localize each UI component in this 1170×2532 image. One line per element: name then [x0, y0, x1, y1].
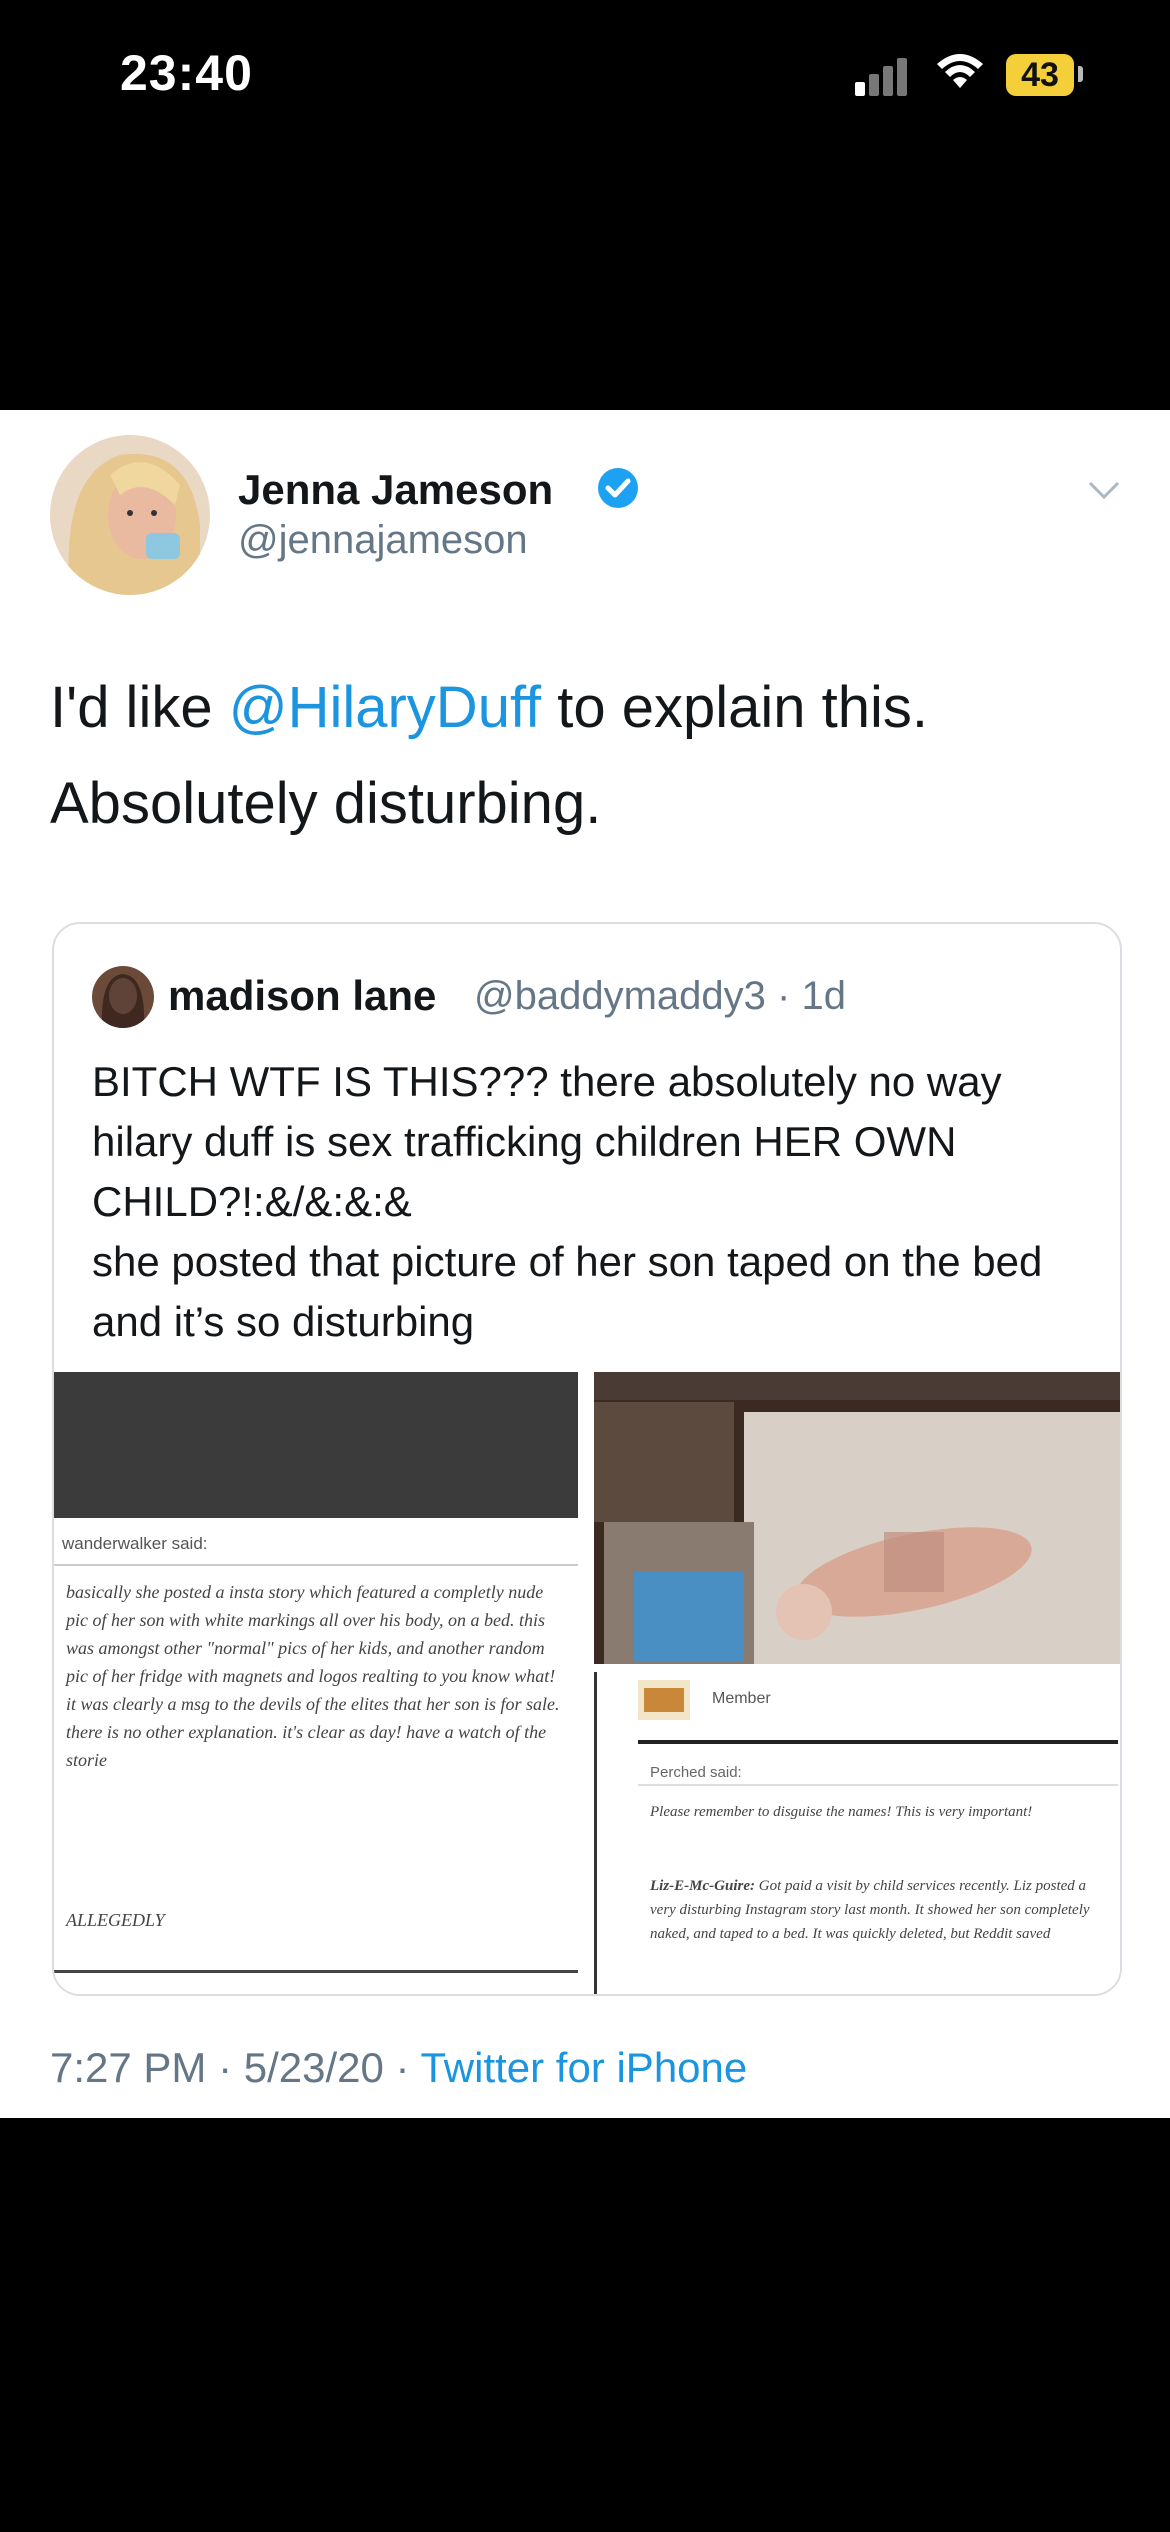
- chevron-down-icon[interactable]: [1084, 470, 1124, 510]
- forum-post-text: basically she posted a insta story which…: [66, 1582, 560, 1770]
- forum-post-author: Liz-E-Mc-Guire:: [650, 1878, 755, 1894]
- allegedly-label: ALLEGEDLY: [66, 1910, 165, 1930]
- dark-banner: [54, 1372, 578, 1518]
- forum-post-text: Liz-E-Mc-Guire: Got paid a visit by chil…: [650, 1874, 1090, 1946]
- author-avatar[interactable]: [50, 435, 210, 595]
- forum-username: wanderwalker said:: [62, 1534, 208, 1553]
- tweet-card: Jenna Jameson @jennajameson I'd like @Hi…: [0, 410, 1170, 2118]
- divider: [54, 1564, 578, 1566]
- tweet-footer: 7:27 PM · 5/23/20 · Twitter for iPhone: [50, 2044, 747, 2092]
- forum-username: Perched said:: [650, 1764, 742, 1781]
- member-label: Member: [712, 1690, 771, 1707]
- verified-badge-icon: [598, 468, 638, 508]
- quoted-author-avatar[interactable]: [92, 966, 154, 1028]
- cellular-signal-icon: [855, 56, 915, 96]
- tweet-text-start: I'd like: [50, 675, 229, 740]
- tweet-source-link[interactable]: Twitter for iPhone: [420, 2044, 747, 2091]
- divider: [54, 1970, 578, 1973]
- status-bar: 23:40 43: [0, 0, 1170, 160]
- divider: [638, 1784, 1118, 1786]
- quoted-author-handle[interactable]: @baddymaddy3 · 1d: [474, 974, 846, 1019]
- quoted-image-left[interactable]: wanderwalker said: basically she posted …: [54, 1372, 588, 1994]
- quoted-image-right[interactable]: Member Perched said: Please remember to …: [594, 1372, 1120, 1994]
- quoted-text-line1: BITCH WTF IS THIS??? there absolutely no…: [92, 1058, 1002, 1225]
- quoted-author-name[interactable]: madison lane: [168, 972, 436, 1020]
- blurred-photo: [594, 1372, 1120, 1664]
- forum-avatar-icon: [638, 1680, 690, 1720]
- author-handle[interactable]: @jennajameson: [238, 518, 528, 563]
- quoted-text-line2: she posted that picture of her son taped…: [92, 1238, 1043, 1345]
- quoted-tweet-text: BITCH WTF IS THIS??? there absolutely no…: [92, 1052, 1092, 1352]
- tweet-timestamp: 7:27 PM · 5/23/20 ·: [50, 2044, 421, 2091]
- battery-indicator: 43: [1006, 54, 1074, 96]
- mention-link[interactable]: @HilaryDuff: [229, 675, 541, 740]
- wifi-icon: [937, 54, 983, 88]
- battery-tip: [1078, 66, 1083, 82]
- forum-post-notice: Please remember to disguise the names! T…: [650, 1804, 1033, 1820]
- divider: [594, 1672, 597, 1994]
- status-time: 23:40: [120, 45, 253, 101]
- divider: [638, 1740, 1118, 1744]
- tweet-text: I'd like @HilaryDuff to explain this. Ab…: [50, 660, 1110, 852]
- quoted-tweet[interactable]: madison lane @baddymaddy3 · 1d BITCH WTF…: [52, 922, 1122, 1996]
- author-name[interactable]: Jenna Jameson: [238, 466, 553, 514]
